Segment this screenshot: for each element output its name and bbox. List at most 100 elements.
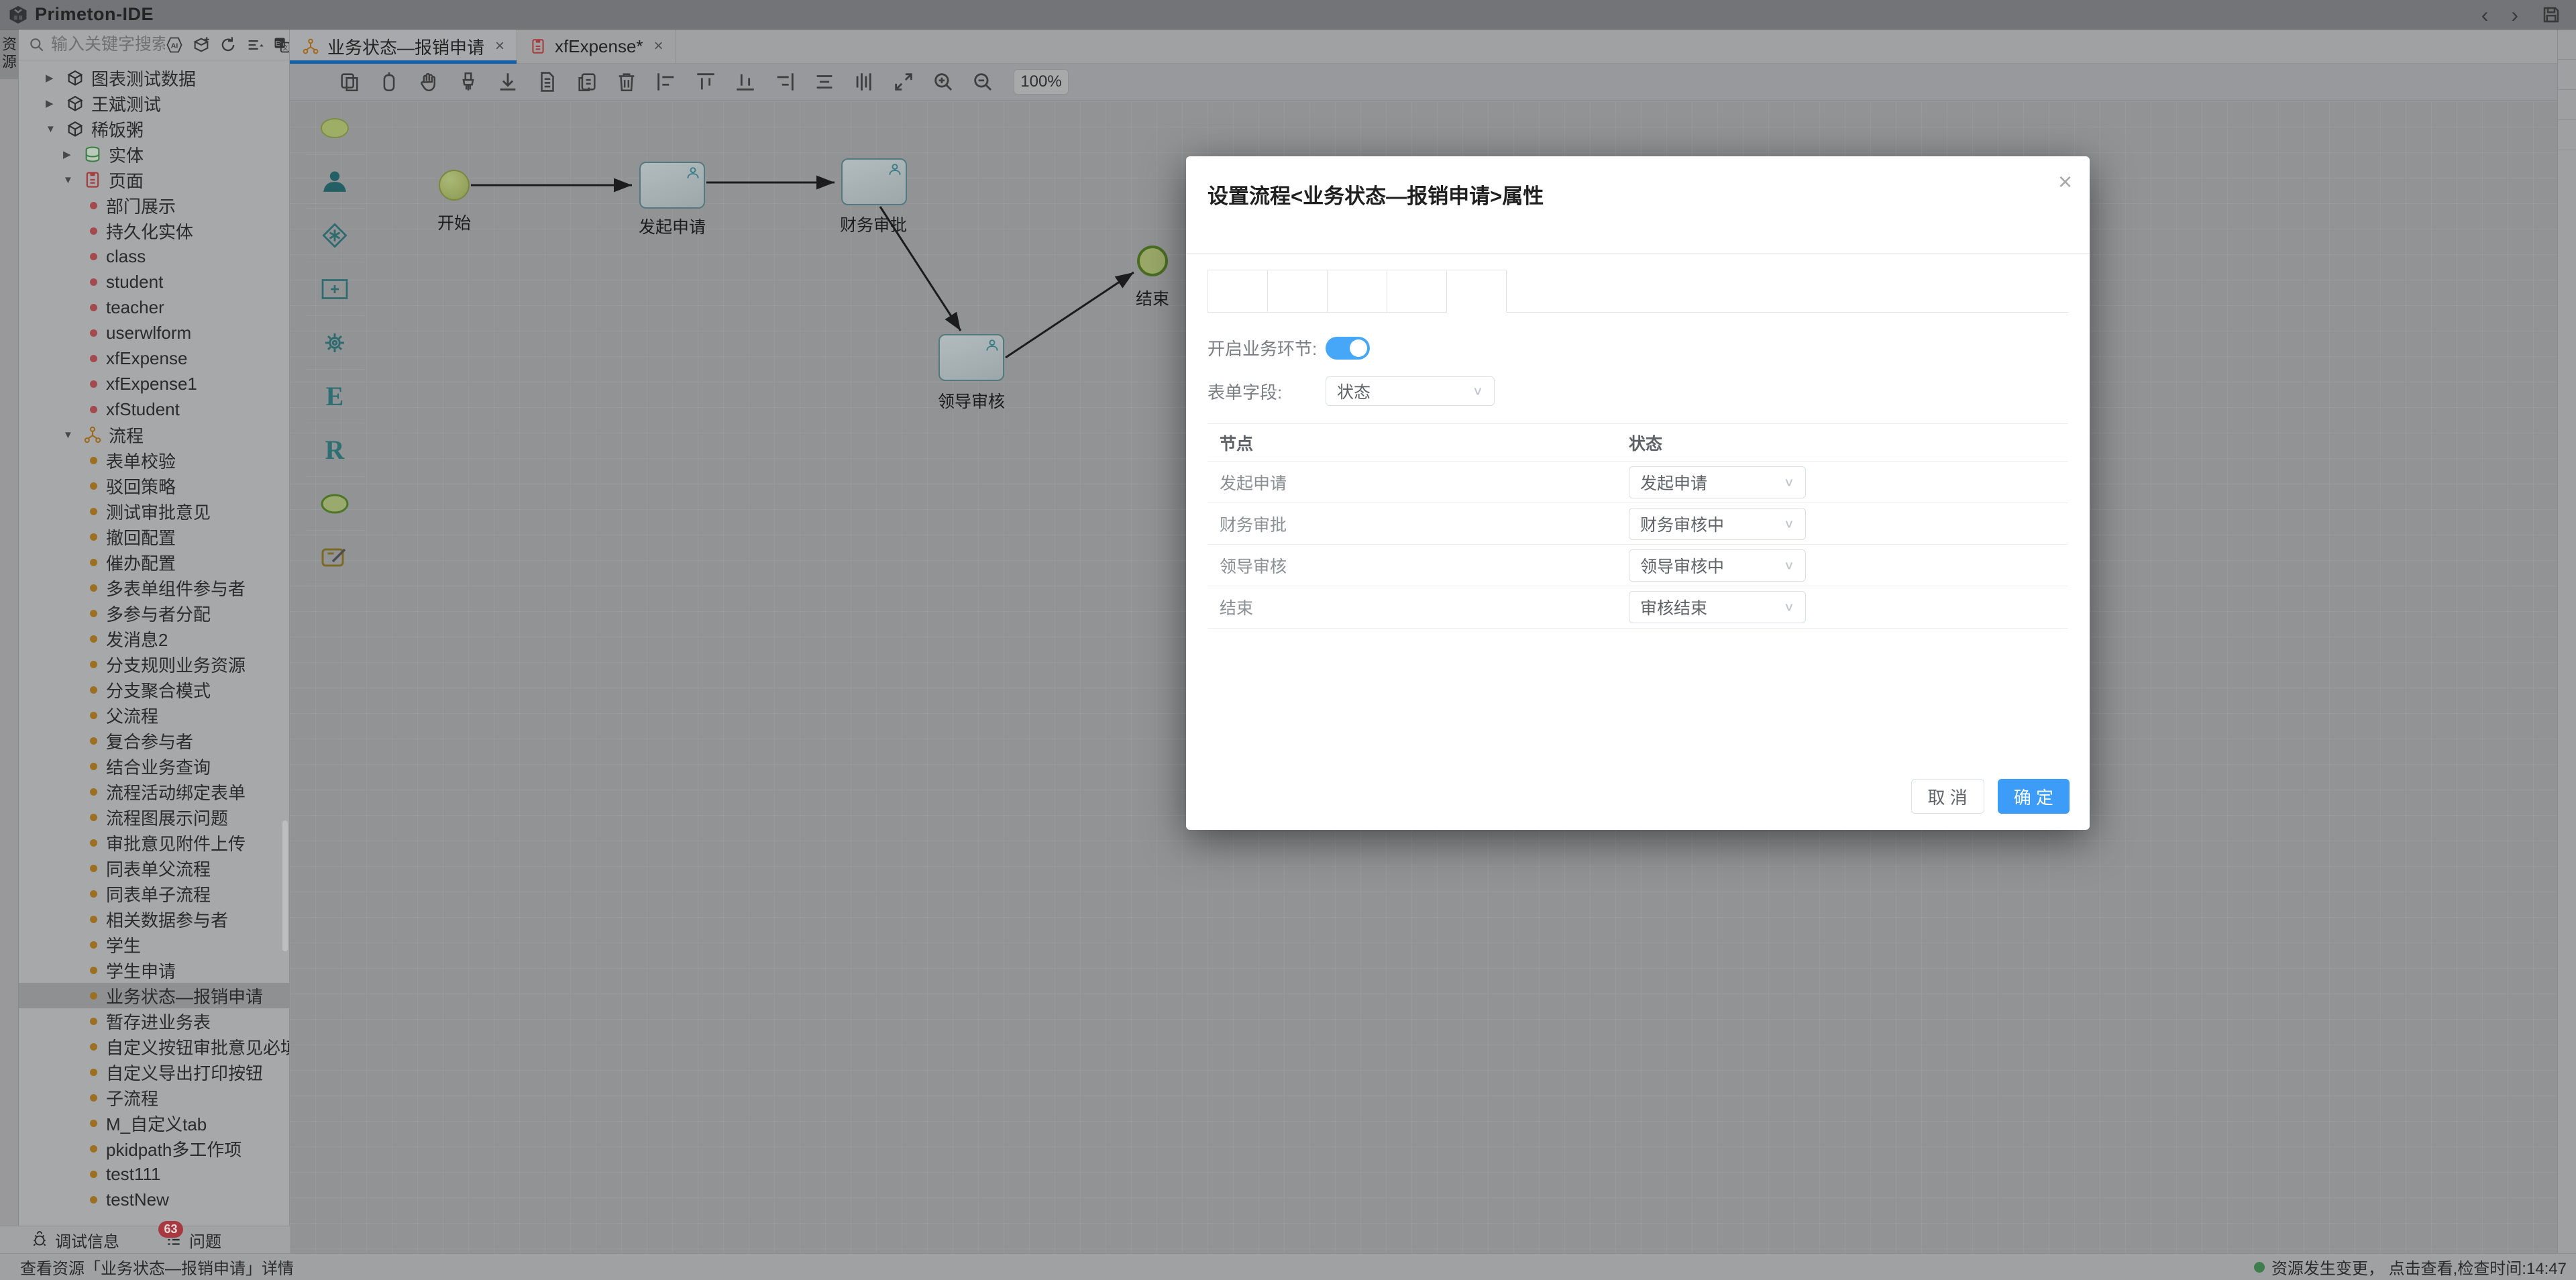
- caret-icon[interactable]: ▼: [63, 429, 83, 441]
- tree-item[interactable]: ▼ 页面: [19, 167, 289, 193]
- cancel-button[interactable]: 取 消: [1911, 779, 1984, 814]
- tree-item[interactable]: testNew: [19, 1187, 289, 1212]
- ai-icon[interactable]: AI: [165, 36, 184, 54]
- refresh-icon[interactable]: [219, 36, 237, 54]
- right-rail-tab[interactable]: [2558, 90, 2576, 120]
- subtab[interactable]: [1387, 270, 1447, 313]
- right-rail-tab[interactable]: [2558, 30, 2576, 60]
- tree-item[interactable]: 催办配置: [19, 549, 289, 575]
- tree-item[interactable]: ▶ 王斌测试: [19, 91, 289, 116]
- tree-item[interactable]: userwlform: [19, 320, 289, 345]
- end-event-node[interactable]: [1137, 246, 1168, 276]
- tree-item[interactable]: 表单校验: [19, 447, 289, 473]
- caret-icon[interactable]: ▶: [46, 72, 66, 84]
- tree-item[interactable]: ▶ 图表测试数据: [19, 65, 289, 91]
- tree-item[interactable]: 流程活动绑定表单: [19, 779, 289, 804]
- tree-item[interactable]: 学生: [19, 932, 289, 957]
- right-rail-tab[interactable]: [2558, 60, 2576, 90]
- form-field-select[interactable]: 状态 ∨: [1326, 376, 1495, 406]
- right-rail-tab[interactable]: [2558, 120, 2576, 150]
- zoom-out-icon[interactable]: [971, 70, 994, 93]
- zoom-in-icon[interactable]: [932, 70, 955, 93]
- tree-item[interactable]: 发消息2: [19, 626, 289, 651]
- subtab[interactable]: [1447, 270, 1507, 313]
- nav-forward-icon[interactable]: ›: [2511, 0, 2518, 30]
- task-node-finance[interactable]: [841, 158, 907, 205]
- dialog-close-icon[interactable]: ×: [2058, 170, 2072, 194]
- tree-item[interactable]: ▼ 流程: [19, 422, 289, 447]
- enable-business-stage-toggle[interactable]: [1326, 337, 1370, 360]
- subtab[interactable]: [1208, 270, 1268, 313]
- tree-item[interactable]: ▶ 实体: [19, 142, 289, 167]
- status-select[interactable]: 领导审核中 ∨: [1629, 549, 1806, 582]
- tree-item[interactable]: 测试审批意见: [19, 498, 289, 524]
- editor-tab[interactable]: 业务状态—报销申请 ×: [290, 30, 517, 63]
- tree-item[interactable]: 子流程: [19, 1085, 289, 1110]
- tree-item[interactable]: ▼ 稀饭粥: [19, 116, 289, 142]
- brush-icon[interactable]: [457, 70, 480, 93]
- tree-item[interactable]: xfExpense: [19, 345, 289, 371]
- subtab[interactable]: [1328, 270, 1387, 313]
- task-node-leader[interactable]: [938, 334, 1004, 381]
- search-input[interactable]: [51, 35, 165, 54]
- zoom-level[interactable]: 100%: [1014, 69, 1069, 95]
- caret-icon[interactable]: ▼: [46, 123, 66, 135]
- tree-item[interactable]: 流程图展示问题: [19, 804, 289, 830]
- editor-tab[interactable]: xfExpense* ×: [517, 30, 676, 63]
- tree-item[interactable]: teacher: [19, 295, 289, 320]
- tree-item[interactable]: 撤回配置: [19, 524, 289, 549]
- tree-item[interactable]: 自定义按钮审批意见必填未校验: [19, 1034, 289, 1059]
- fit-screen-icon[interactable]: [892, 70, 915, 93]
- tree-item[interactable]: student: [19, 269, 289, 295]
- debug-info-button[interactable]: 调试信息: [31, 1228, 119, 1252]
- marquee-icon[interactable]: [378, 70, 400, 93]
- tree-item[interactable]: 结合业务查询: [19, 753, 289, 779]
- tree-item[interactable]: 驳回策略: [19, 473, 289, 498]
- nav-back-icon[interactable]: ‹: [2481, 0, 2489, 30]
- tree-item[interactable]: M_自定义tab: [19, 1110, 289, 1136]
- tree-item[interactable]: 同表单子流程: [19, 881, 289, 906]
- tree-item[interactable]: 分支聚合模式: [19, 677, 289, 702]
- translate-icon[interactable]: En文: [272, 36, 290, 54]
- tree-item[interactable]: 多参与者分配: [19, 600, 289, 626]
- tree-item[interactable]: 相关数据参与者: [19, 906, 289, 932]
- delete-icon[interactable]: [615, 70, 638, 93]
- tree-item[interactable]: 多表单组件参与者: [19, 575, 289, 600]
- tree-item[interactable]: 复合参与者: [19, 728, 289, 753]
- ok-button[interactable]: 确 定: [1998, 779, 2070, 814]
- tree-item[interactable]: 父流程: [19, 702, 289, 728]
- close-icon[interactable]: ×: [654, 37, 663, 56]
- tree-scrollbar[interactable]: [282, 820, 288, 951]
- tree-item[interactable]: 部门展示: [19, 193, 289, 218]
- tree-item[interactable]: xfExpense1: [19, 371, 289, 396]
- align-left-icon[interactable]: [655, 70, 678, 93]
- tree-item[interactable]: 持久化实体: [19, 218, 289, 244]
- status-right[interactable]: 资源发生变更， 点击查看,检查时间:14:47: [2254, 1255, 2567, 1279]
- align-right-icon[interactable]: [773, 70, 796, 93]
- save-icon[interactable]: [2541, 5, 2561, 25]
- collapse-icon[interactable]: [246, 36, 264, 54]
- start-event-node[interactable]: [439, 170, 470, 201]
- palette-annotation[interactable]: [305, 531, 364, 584]
- caret-icon[interactable]: ▼: [63, 174, 83, 186]
- caret-icon[interactable]: ▶: [63, 148, 83, 160]
- align-center-icon[interactable]: [813, 70, 836, 93]
- tree-item[interactable]: 暂存进业务表: [19, 1008, 289, 1034]
- align-bottom-icon[interactable]: [734, 70, 757, 93]
- tree-item[interactable]: 自定义导出打印按钮: [19, 1059, 289, 1085]
- align-top-icon[interactable]: [694, 70, 717, 93]
- tree-item[interactable]: class: [19, 244, 289, 269]
- doc-icon[interactable]: [536, 70, 559, 93]
- tree-item[interactable]: 同表单父流程: [19, 855, 289, 881]
- close-icon[interactable]: ×: [495, 37, 504, 56]
- copy-icon[interactable]: [338, 70, 361, 93]
- status-select[interactable]: 发起申请 ∨: [1629, 466, 1806, 498]
- subtab[interactable]: [1268, 270, 1328, 313]
- tree-item[interactable]: 业务状态—报销申请: [19, 983, 289, 1008]
- task-node-apply[interactable]: [639, 162, 705, 209]
- import-icon[interactable]: [496, 70, 519, 93]
- tree-item[interactable]: 学生申请: [19, 957, 289, 983]
- tree-item[interactable]: test111: [19, 1161, 289, 1187]
- copy-doc-icon[interactable]: [576, 70, 598, 93]
- status-select[interactable]: 财务审核中 ∨: [1629, 508, 1806, 540]
